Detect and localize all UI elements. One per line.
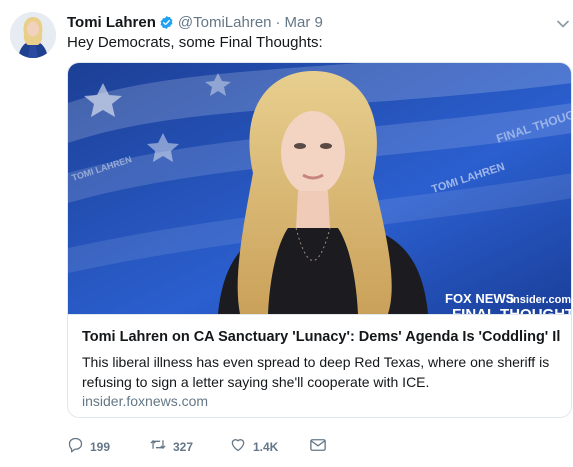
retweet-button[interactable]: 327 bbox=[149, 436, 193, 458]
heart-icon bbox=[229, 436, 247, 458]
separator-dot: · bbox=[275, 13, 281, 31]
chevron-down-icon[interactable] bbox=[556, 16, 570, 34]
card-domain[interactable]: insider.foxnews.com bbox=[82, 393, 208, 409]
tweet[interactable]: Tomi Lahren @TomiLahren · Mar 9 Hey Demo… bbox=[0, 0, 573, 467]
card-title[interactable]: Tomi Lahren on CA Sanctuary 'Lunacy': De… bbox=[82, 329, 560, 345]
retweet-count: 327 bbox=[173, 440, 194, 454]
image-brand: FOX NEWS bbox=[445, 291, 515, 306]
card-body[interactable]: Tomi Lahren on CA Sanctuary 'Lunacy': De… bbox=[68, 314, 571, 417]
avatar[interactable] bbox=[10, 12, 56, 58]
author-handle[interactable]: @TomiLahren bbox=[178, 14, 272, 31]
reply-button[interactable]: 199 bbox=[67, 436, 110, 458]
tweet-text: Hey Democrats, some Final Thoughts: bbox=[67, 34, 323, 51]
envelope-icon bbox=[309, 437, 327, 458]
tweet-actions: 199 327 1.4K bbox=[67, 436, 367, 458]
card-description: This liberal illness has even spread to … bbox=[82, 354, 550, 390]
tweet-header: Tomi Lahren @TomiLahren · Mar 9 bbox=[67, 12, 323, 32]
image-site: insider.com/ bbox=[510, 294, 572, 306]
link-card[interactable]: TOMI LAHREN TOMI LAHREN FINAL THOUGHTS F… bbox=[67, 62, 572, 418]
like-button[interactable]: 1.4K bbox=[229, 436, 278, 458]
image-banner: FINAL THOUGHTS bbox=[452, 306, 572, 314]
retweet-icon bbox=[149, 436, 167, 458]
avatar-image bbox=[10, 12, 56, 58]
author-name[interactable]: Tomi Lahren bbox=[67, 14, 156, 31]
tweet-date[interactable]: Mar 9 bbox=[285, 14, 323, 31]
like-count: 1.4K bbox=[253, 440, 279, 454]
card-image[interactable]: TOMI LAHREN TOMI LAHREN FINAL THOUGHTS F… bbox=[68, 63, 572, 314]
direct-message-button[interactable] bbox=[309, 436, 327, 458]
reply-icon bbox=[67, 436, 84, 458]
reply-count: 199 bbox=[90, 440, 111, 454]
verified-badge-icon bbox=[159, 15, 174, 30]
